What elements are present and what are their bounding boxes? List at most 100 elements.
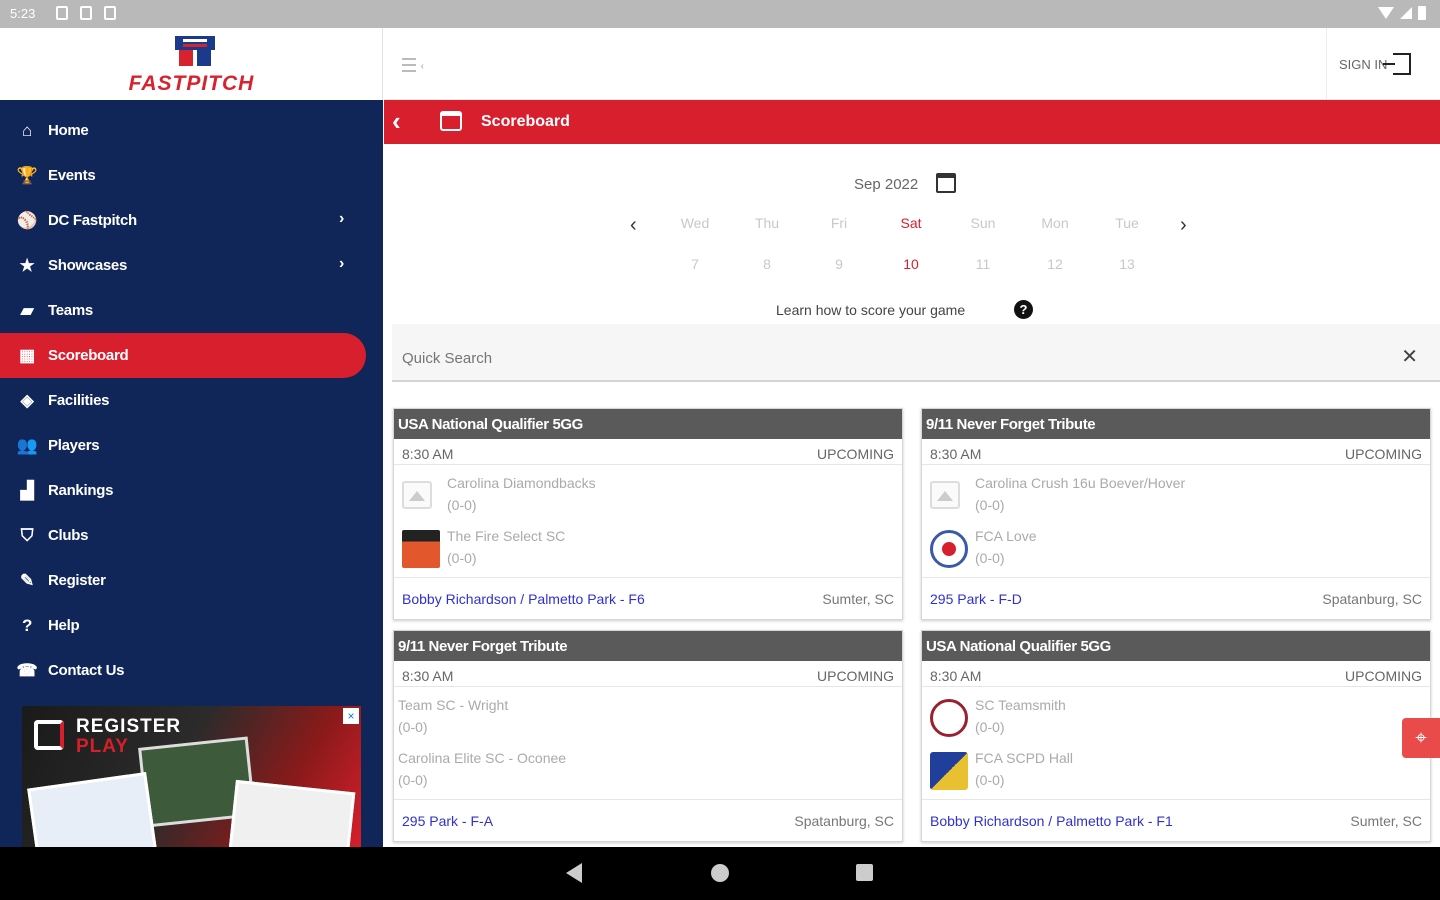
system-nav-bar xyxy=(0,847,1440,900)
city-label: Sumter, SC xyxy=(1350,813,1422,829)
ad-line-1: REGISTER xyxy=(76,716,182,737)
clear-search-icon[interactable]: ✕ xyxy=(1401,344,1418,369)
team-row: Carolina Crush 16u Boever/Hover (0-0) xyxy=(922,473,1430,523)
sidebar-item-label: Teams xyxy=(48,302,93,319)
nav-back-icon[interactable] xyxy=(566,863,582,883)
team-logo xyxy=(402,530,440,568)
team-name: Carolina Diamondbacks xyxy=(447,475,596,491)
team-name: Carolina Crush 16u Boever/Hover xyxy=(975,475,1186,491)
status-time: 5:23 xyxy=(10,6,36,21)
sidebar-item-teams[interactable]: ▰ Teams xyxy=(0,288,366,333)
game-time: 8:30 AM xyxy=(402,668,454,684)
date-option[interactable]: 7 xyxy=(665,256,725,272)
calendar-icon[interactable] xyxy=(936,173,956,193)
team-record: (0-0) xyxy=(975,719,1005,735)
sidebar-item-showcases[interactable]: ★ Showcases › xyxy=(0,243,366,288)
team-record: (0-0) xyxy=(975,497,1005,513)
page-title: Scoreboard xyxy=(481,113,570,130)
field-location-link[interactable]: 295 Park - F-A xyxy=(402,813,493,829)
game-status: UPCOMING xyxy=(1345,668,1422,684)
sidebar-item-players[interactable]: 👥 Players xyxy=(0,423,366,468)
ad-banner[interactable]: REGISTER PLAY × xyxy=(22,706,361,847)
register-play-logo xyxy=(34,720,64,750)
event-name: USA National Qualifier 5GG xyxy=(394,409,902,439)
rankings-icon: ▟ xyxy=(20,480,34,500)
status-bar: 5:23 xyxy=(0,0,1440,28)
game-card[interactable]: 9/11 Never Forget Tribute 8:30 AM UPCOMI… xyxy=(921,408,1431,620)
search-input[interactable] xyxy=(402,350,1382,367)
month-label[interactable]: Sep 2022 xyxy=(854,176,918,193)
date-option[interactable]: 9 xyxy=(809,256,869,272)
quick-search: ✕ xyxy=(392,324,1440,382)
register-icon: ✎ xyxy=(20,570,34,590)
sidebar-item-facilities[interactable]: ◈ Facilities xyxy=(0,378,366,423)
notification-icon xyxy=(56,6,68,20)
team-logo-placeholder xyxy=(930,481,960,509)
location-pin-button[interactable]: ⌖ xyxy=(1402,718,1440,758)
sidebar-item-dc-fastpitch[interactable]: ⚾ DC Fastpitch › xyxy=(0,198,366,243)
sidebar-item-events[interactable]: 🏆 Events xyxy=(0,153,366,198)
menu-collapse-icon[interactable]: ‹ xyxy=(402,58,424,72)
top-header: ‹ SIGN IN xyxy=(384,28,1440,100)
scoreboard-icon xyxy=(440,111,462,131)
sidebar-item-home[interactable]: ⌂ Home xyxy=(0,108,366,153)
logo-mark-icon xyxy=(175,36,215,66)
nav-recents-icon[interactable] xyxy=(856,864,873,881)
trophy-icon: 🏆 xyxy=(16,165,38,185)
sign-in-button[interactable]: SIGN IN xyxy=(1326,28,1440,100)
team-record: (0-0) xyxy=(447,497,477,513)
day-of-week: Sat xyxy=(900,215,922,231)
field-location-link[interactable]: Bobby Richardson / Palmetto Park - F1 xyxy=(930,813,1173,829)
sidebar-item-scoreboard[interactable]: ▦ Scoreboard xyxy=(0,333,366,378)
nav-home-icon[interactable] xyxy=(711,864,729,882)
team-row: Team SC - Wright (0-0) xyxy=(394,695,902,745)
date-option[interactable]: 13 xyxy=(1097,256,1157,272)
sidebar-item-label: Register xyxy=(48,572,106,589)
day-of-week: Mon xyxy=(1041,215,1069,231)
game-status: UPCOMING xyxy=(1345,446,1422,462)
sidebar-item-label: DC Fastpitch xyxy=(48,212,137,229)
ad-close-icon[interactable]: × xyxy=(343,708,359,724)
team-row: Carolina Elite SC - Oconee (0-0) xyxy=(394,748,902,798)
date-option-selected[interactable]: 10 xyxy=(881,256,941,272)
prev-week-icon[interactable]: ‹ xyxy=(630,214,637,237)
sidebar-item-contact-us[interactable]: ☎ Contact Us xyxy=(0,648,366,693)
game-card[interactable]: 9/11 Never Forget Tribute 8:30 AM UPCOMI… xyxy=(393,630,903,842)
next-week-icon[interactable]: › xyxy=(1180,214,1187,237)
home-icon: ⌂ xyxy=(22,120,32,140)
city-label: Spatanburg, SC xyxy=(1322,591,1422,607)
game-time: 8:30 AM xyxy=(402,446,454,462)
team-record: (0-0) xyxy=(975,550,1005,566)
game-card[interactable]: USA National Qualifier 5GG 8:30 AM UPCOM… xyxy=(393,408,903,620)
game-time: 8:30 AM xyxy=(930,446,982,462)
sidebar-nav: ⌂ Home 🏆 Events ⚾ DC Fastpitch › ★ Showc… xyxy=(0,100,383,847)
question-icon[interactable]: ? xyxy=(1014,300,1033,319)
softball-icon: ⚾ xyxy=(16,210,38,230)
team-name: FCA Love xyxy=(975,528,1037,544)
date-option[interactable]: 12 xyxy=(1025,256,1085,272)
team-row: The Fire Select SC (0-0) xyxy=(394,526,902,576)
chevron-right-icon: › xyxy=(338,210,344,227)
game-status: UPCOMING xyxy=(817,446,894,462)
team-logo xyxy=(930,699,968,737)
team-row: Carolina Diamondbacks (0-0) xyxy=(394,473,902,523)
sidebar-item-help[interactable]: ? Help xyxy=(0,603,366,648)
game-card[interactable]: USA National Qualifier 5GG 8:30 AM UPCOM… xyxy=(921,630,1431,842)
sidebar-item-label: Home xyxy=(48,122,89,139)
sign-in-label: SIGN IN xyxy=(1339,56,1388,72)
sidebar-item-label: Clubs xyxy=(48,527,89,544)
brand-logo[interactable]: FASTPITCH xyxy=(0,28,383,100)
field-location-link[interactable]: 295 Park - F-D xyxy=(930,591,1022,607)
sidebar-item-label: Events xyxy=(48,167,96,184)
learn-scoring-link[interactable]: Learn how to score your game xyxy=(776,302,965,318)
sidebar-item-rankings[interactable]: ▟ Rankings xyxy=(0,468,366,513)
field-location-link[interactable]: Bobby Richardson / Palmetto Park - F6 xyxy=(402,591,645,607)
sidebar-item-clubs[interactable]: ⛉ Clubs xyxy=(0,513,366,558)
date-option[interactable]: 8 xyxy=(737,256,797,272)
page-titlebar: ‹ Scoreboard xyxy=(384,100,1440,144)
day-of-week: Tue xyxy=(1115,215,1139,231)
event-name: 9/11 Never Forget Tribute xyxy=(394,631,902,661)
date-option[interactable]: 11 xyxy=(953,256,1013,272)
sidebar-item-register[interactable]: ✎ Register xyxy=(0,558,366,603)
back-arrow-icon[interactable]: ‹ xyxy=(392,106,401,137)
